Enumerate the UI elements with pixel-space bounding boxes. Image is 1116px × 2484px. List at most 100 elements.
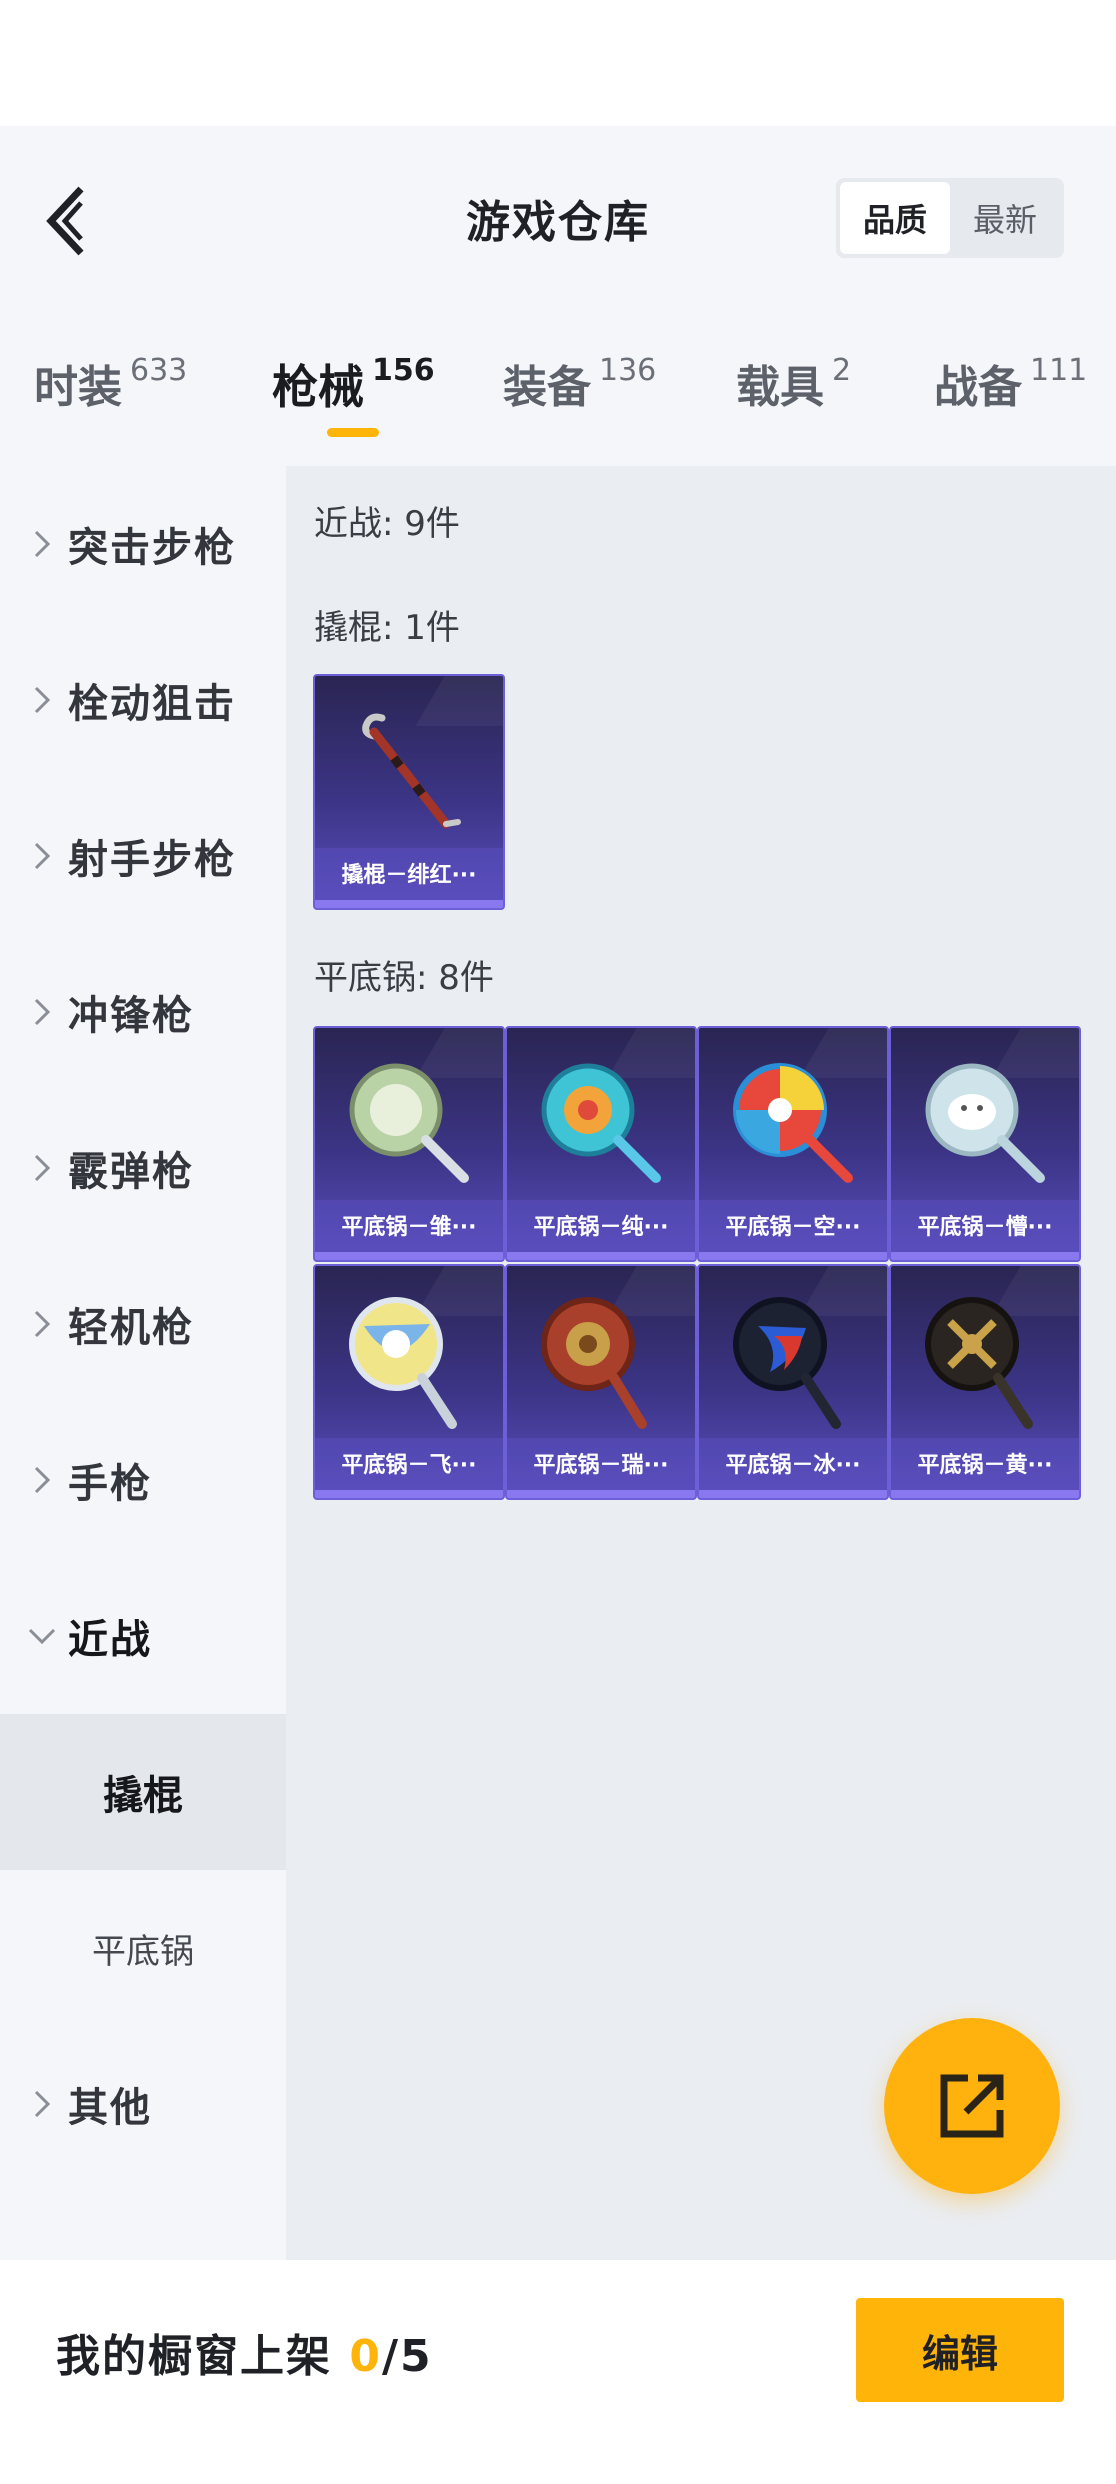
group-title-crowbar: 撬棍: 1件 xyxy=(314,608,460,648)
item-card-footer: 平底锅－黄··· xyxy=(891,1438,1079,1488)
sidebar-subitem-frying-pan[interactable]: 平底锅 xyxy=(0,1870,286,2026)
rarity-bar xyxy=(699,1490,887,1498)
item-name: 平底锅－飞··· xyxy=(341,1453,477,1478)
edit-button[interactable]: 编辑 xyxy=(856,2298,1064,2402)
item-card[interactable]: 平底锅－瑞··· xyxy=(505,1264,697,1500)
tab-count: 2 xyxy=(832,353,852,388)
tab-fashion[interactable]: 时装 633 xyxy=(34,351,187,415)
frying-pan-icon xyxy=(699,1038,887,1208)
showcase-label: 我的橱窗上架 xyxy=(56,2331,350,2382)
frying-pan-icon xyxy=(315,1038,503,1208)
item-name: 平底锅－懵··· xyxy=(917,1215,1053,1240)
sidebar-item-label: 栓动狙击 xyxy=(68,681,236,727)
item-card[interactable]: 平底锅－空··· xyxy=(697,1026,889,1262)
tab-label: 战备 xyxy=(934,362,1022,413)
sidebar-item-other[interactable]: 其他 xyxy=(0,2026,286,2182)
chevron-right-icon xyxy=(22,1460,62,1500)
tab-tactical-gear[interactable]: 战备 111 xyxy=(934,351,1087,415)
rarity-bar xyxy=(507,1490,695,1498)
share-fab-button[interactable] xyxy=(884,2018,1060,2194)
showcase-total: /5 xyxy=(381,2331,433,2382)
frying-pan-icon xyxy=(891,1038,1079,1208)
item-content: 近战: 9件 撬棍: 1件 撬棍－绯红··· 平底锅: 8件 平底锅－雏··· xyxy=(286,466,1116,2260)
sidebar-item-lmg[interactable]: 轻机枪 xyxy=(0,1246,286,1402)
rarity-bar xyxy=(891,1252,1079,1260)
item-card[interactable]: 平底锅－雏··· xyxy=(313,1026,505,1262)
rarity-bar xyxy=(315,900,503,908)
tab-vehicles[interactable]: 载具 2 xyxy=(736,351,851,415)
rarity-bar xyxy=(315,1252,503,1260)
group-title-frying-pan: 平底锅: 8件 xyxy=(314,958,494,998)
tab-label: 载具 xyxy=(736,362,824,413)
item-name: 平底锅－纯··· xyxy=(533,1215,669,1240)
item-card-footer: 平底锅－飞··· xyxy=(315,1438,503,1488)
item-card-footer: 平底锅－纯··· xyxy=(507,1200,695,1250)
item-card-footer: 平底锅－懵··· xyxy=(891,1200,1079,1250)
sidebar-subitem-crowbar[interactable]: 撬棍 xyxy=(0,1714,286,1870)
item-card[interactable]: 平底锅－纯··· xyxy=(505,1026,697,1262)
chevron-right-icon xyxy=(22,836,62,876)
category-tabs: 时装 633 枪械 156 装备 136 载具 2 战备 111 xyxy=(0,296,1116,466)
item-card-footer: 平底锅－冰··· xyxy=(699,1438,887,1488)
sidebar-item-pistol[interactable]: 手枪 xyxy=(0,1402,286,1558)
sidebar-item-label: 冲锋枪 xyxy=(68,993,194,1039)
sidebar-item-bolt-sniper[interactable]: 栓动狙击 xyxy=(0,622,286,778)
section-title: 近战: 9件 xyxy=(314,504,460,544)
sidebar-item-shotgun[interactable]: 霰弹枪 xyxy=(0,1090,286,1246)
frying-pan-icon xyxy=(507,1276,695,1446)
sidebar-item-label: 突击步枪 xyxy=(68,525,236,571)
item-card-footer: 平底锅－雏··· xyxy=(315,1200,503,1250)
tab-label: 装备 xyxy=(503,362,591,413)
sidebar-item-label: 近战 xyxy=(68,1617,152,1663)
sidebar-item-label: 手枪 xyxy=(68,1461,152,1507)
share-external-icon xyxy=(940,2074,1004,2138)
header: 游戏仓库 品质 最新 xyxy=(0,126,1116,296)
frying-pan-icon xyxy=(315,1276,503,1446)
item-card-footer: 平底锅－瑞··· xyxy=(507,1438,695,1488)
rarity-bar xyxy=(699,1252,887,1260)
chevron-right-icon xyxy=(22,2084,62,2124)
sidebar-item-smg[interactable]: 冲锋枪 xyxy=(0,934,286,1090)
sidebar-item-label: 射手步枪 xyxy=(68,837,236,883)
item-name: 平底锅－瑞··· xyxy=(533,1453,669,1478)
sort-toggle: 品质 最新 xyxy=(836,178,1064,258)
sidebar-item-label: 轻机枪 xyxy=(68,1305,194,1351)
item-name: 平底锅－冰··· xyxy=(725,1453,861,1478)
tab-equipment[interactable]: 装备 136 xyxy=(503,351,656,415)
sidebar: 突击步枪 栓动狙击 射手步枪 冲锋枪 霰弹枪 轻机枪 手枪 近战 撬棍 平底锅 … xyxy=(0,466,286,2260)
sort-by-quality[interactable]: 品质 xyxy=(840,182,950,254)
status-bar xyxy=(0,0,1116,126)
rarity-bar xyxy=(315,1490,503,1498)
item-name: 平底锅－黄··· xyxy=(917,1453,1053,1478)
item-card[interactable]: 平底锅－飞··· xyxy=(313,1264,505,1500)
sidebar-item-assault-rifle[interactable]: 突击步枪 xyxy=(0,466,286,622)
sidebar-item-marksman-rifle[interactable]: 射手步枪 xyxy=(0,778,286,934)
bottom-bar: 我的橱窗上架 0/5 编辑 xyxy=(0,2260,1116,2484)
rarity-bar xyxy=(891,1490,1079,1498)
item-card[interactable]: 平底锅－懵··· xyxy=(889,1026,1081,1262)
frying-pan-icon xyxy=(507,1038,695,1208)
chevron-down-icon xyxy=(22,1616,62,1656)
item-card[interactable]: 撬棍－绯红··· xyxy=(313,674,505,910)
item-card[interactable]: 平底锅－黄··· xyxy=(889,1264,1081,1500)
sidebar-item-label: 霰弹枪 xyxy=(68,1149,194,1195)
tab-label: 时装 xyxy=(34,362,122,413)
frying-pan-icon xyxy=(699,1276,887,1446)
sidebar-item-melee[interactable]: 近战 xyxy=(0,1558,286,1714)
frying-pan-icon xyxy=(891,1276,1079,1446)
tab-count: 156 xyxy=(372,353,435,388)
showcase-used-count: 0 xyxy=(349,2331,382,2382)
item-card-footer: 平底锅－空··· xyxy=(699,1200,887,1250)
chevron-right-icon xyxy=(22,1148,62,1188)
tab-count: 633 xyxy=(130,353,188,388)
tab-firearms[interactable]: 枪械 156 xyxy=(272,351,435,417)
item-name: 撬棍－绯红··· xyxy=(341,863,477,888)
active-tab-indicator xyxy=(327,428,379,437)
tab-count: 111 xyxy=(1030,353,1088,388)
item-name: 平底锅－空··· xyxy=(725,1215,861,1240)
item-name: 平底锅－雏··· xyxy=(341,1215,477,1240)
item-card[interactable]: 平底锅－冰··· xyxy=(697,1264,889,1500)
sort-by-newest[interactable]: 最新 xyxy=(950,182,1060,254)
sidebar-item-label: 其他 xyxy=(68,2085,152,2131)
chevron-right-icon xyxy=(22,680,62,720)
